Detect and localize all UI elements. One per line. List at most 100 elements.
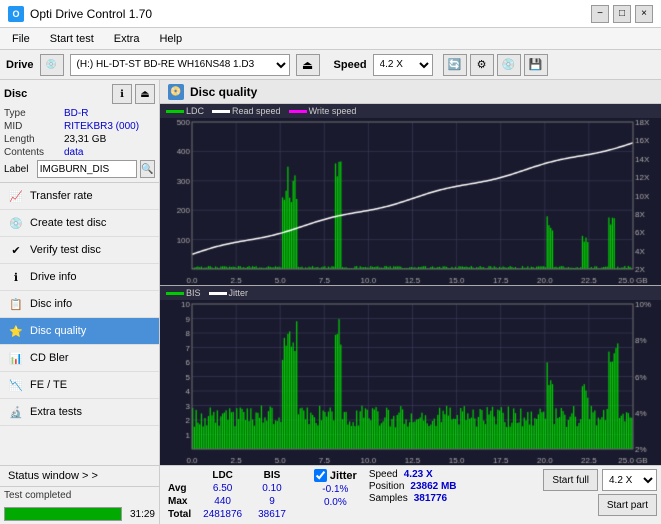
contents-label: Contents	[4, 147, 64, 158]
length-label: Length	[4, 134, 64, 145]
disc-label-input[interactable]	[37, 160, 137, 178]
settings-icon[interactable]: ⚙	[470, 54, 494, 76]
drive-label: Drive	[6, 59, 34, 71]
bis-max: 9	[250, 495, 294, 508]
samples-label: Samples	[369, 493, 408, 504]
right-panel: 📀 Disc quality LDC Read speed Write spee…	[160, 80, 661, 524]
menu-help[interactable]: Help	[155, 32, 186, 46]
nav-create-test-disc[interactable]: 💿 Create test disc	[0, 210, 159, 237]
max-row-label: Max	[164, 495, 195, 508]
ldc-legend-label: LDC	[186, 106, 204, 116]
disc-info-nav-icon: 📋	[8, 296, 24, 312]
right-buttons: Start full 4.2 X Start part	[543, 469, 657, 516]
quality-header-icon: 📀	[168, 84, 184, 100]
progress-bar-inner	[5, 508, 121, 520]
speed-stat-label: Speed	[369, 469, 398, 480]
jitter-checkbox[interactable]	[314, 469, 327, 482]
nav-transfer-rate-label: Transfer rate	[30, 190, 93, 202]
jitter-avg: -0.1%	[314, 484, 357, 495]
ldc-legend-color	[166, 110, 184, 113]
close-button[interactable]: ×	[635, 5, 653, 23]
menu-start-test[interactable]: Start test	[46, 32, 98, 46]
stats-table: LDC BIS Avg 6.50 0.10 Max 440 9 T	[164, 469, 310, 521]
disc-label-label: Label	[4, 164, 34, 175]
write-speed-legend-color	[289, 110, 307, 113]
jitter-check-label: Jitter	[330, 470, 357, 482]
speed-pos-samples: Speed 4.23 X Position 23862 MB Samples 3…	[369, 469, 457, 504]
bis-total: 38617	[250, 508, 294, 521]
nav-disc-quality[interactable]: ⭐ Disc quality	[0, 318, 159, 345]
ldc-header: LDC	[195, 469, 250, 482]
nav-cd-bler-label: CD Bler	[30, 352, 69, 364]
disc-contents-row: Contents data	[4, 147, 155, 158]
nav-fe-te[interactable]: 📉 FE / TE	[0, 372, 159, 399]
titlebar-controls: − □ ×	[591, 5, 653, 23]
ldc-legend-item: LDC	[166, 106, 204, 116]
drive-icon: 💿	[40, 54, 64, 76]
minimize-button[interactable]: −	[591, 5, 609, 23]
status-text: Test completed	[4, 490, 71, 501]
disc-mid-row: MID RITEKBR3 (000)	[4, 121, 155, 132]
speed-label: Speed	[334, 59, 367, 71]
nav-fe-te-label: FE / TE	[30, 379, 67, 391]
samples-value: 381776	[414, 493, 447, 504]
progress-bar-outer	[4, 507, 122, 521]
titlebar: O Opti Drive Control 1.70 − □ ×	[0, 0, 661, 28]
disc-icon2[interactable]: 💿	[497, 54, 521, 76]
bis-legend-color	[166, 292, 184, 295]
disc-info-icon[interactable]: ℹ	[112, 84, 132, 104]
quality-title: Disc quality	[190, 85, 257, 99]
read-speed-legend-item: Read speed	[212, 106, 281, 116]
type-label: Type	[4, 108, 64, 119]
bis-header: BIS	[250, 469, 294, 482]
nav-drive-info-label: Drive info	[30, 271, 76, 283]
save-icon[interactable]: 💾	[524, 54, 548, 76]
start-full-button[interactable]: Start full	[543, 469, 598, 491]
nav-disc-quality-label: Disc quality	[30, 325, 86, 337]
status-window-button[interactable]: Status window > >	[0, 466, 159, 487]
ldc-total: 2481876	[195, 508, 250, 521]
bis-avg: 0.10	[250, 482, 294, 495]
nav-create-test-disc-label: Create test disc	[30, 217, 106, 229]
main-content: Disc ℹ ⏏ Type BD-R MID RITEKBR3 (000) Le…	[0, 80, 661, 524]
menu-extra[interactable]: Extra	[110, 32, 144, 46]
bis-legend-label: BIS	[186, 288, 201, 298]
nav-transfer-rate[interactable]: 📈 Transfer rate	[0, 183, 159, 210]
nav-verify-test-disc[interactable]: ✔ Verify test disc	[0, 237, 159, 264]
app-title: Opti Drive Control 1.70	[30, 7, 152, 21]
disc-label-icon[interactable]: 🔍	[140, 160, 155, 178]
drive-select[interactable]: (H:) HL-DT-ST BD-RE WH16NS48 1.D3	[70, 54, 290, 76]
jitter-legend-item: Jitter	[209, 288, 249, 298]
titlebar-left: O Opti Drive Control 1.70	[8, 6, 152, 22]
refresh-icon[interactable]: 🔄	[443, 54, 467, 76]
mid-value: RITEKBR3 (000)	[64, 121, 139, 132]
bottom-chart-canvas	[160, 300, 661, 465]
drive-toolbar-icons: 🔄 ⚙ 💿 💾	[443, 54, 548, 76]
create-test-disc-icon: 💿	[8, 215, 24, 231]
nav-extra-tests[interactable]: 🔬 Extra tests	[0, 399, 159, 426]
nav-disc-info-label: Disc info	[30, 298, 72, 310]
mid-label: MID	[4, 121, 64, 132]
maximize-button[interactable]: □	[613, 5, 631, 23]
speed-stat-value: 4.23 X	[404, 469, 433, 480]
start-part-button[interactable]: Start part	[598, 494, 657, 516]
quality-header: 📀 Disc quality	[160, 80, 661, 104]
jitter-legend-label: Jitter	[229, 288, 249, 298]
contents-value: data	[64, 147, 83, 158]
nav-cd-bler[interactable]: 📊 CD Bler	[0, 345, 159, 372]
menu-file[interactable]: File	[8, 32, 34, 46]
total-row-label: Total	[164, 508, 195, 521]
disc-header: Disc ℹ ⏏	[4, 84, 155, 104]
speed-row: Speed 4.23 X	[369, 469, 457, 480]
nav-drive-info[interactable]: ℹ Drive info	[0, 264, 159, 291]
nav-disc-info[interactable]: 📋 Disc info	[0, 291, 159, 318]
bottom-chart-area: BIS Jitter	[160, 286, 661, 465]
start-part-row: Start part	[598, 494, 657, 516]
drive-info-icon: ℹ	[8, 269, 24, 285]
speed-dropdown-select[interactable]: 4.2 X	[602, 469, 657, 491]
length-value: 23,31 GB	[64, 134, 106, 145]
disc-eject-icon[interactable]: ⏏	[135, 84, 155, 104]
eject-button[interactable]: ⏏	[296, 54, 320, 76]
speed-select[interactable]: 4.2 X	[373, 54, 433, 76]
extra-tests-icon: 🔬	[8, 404, 24, 420]
